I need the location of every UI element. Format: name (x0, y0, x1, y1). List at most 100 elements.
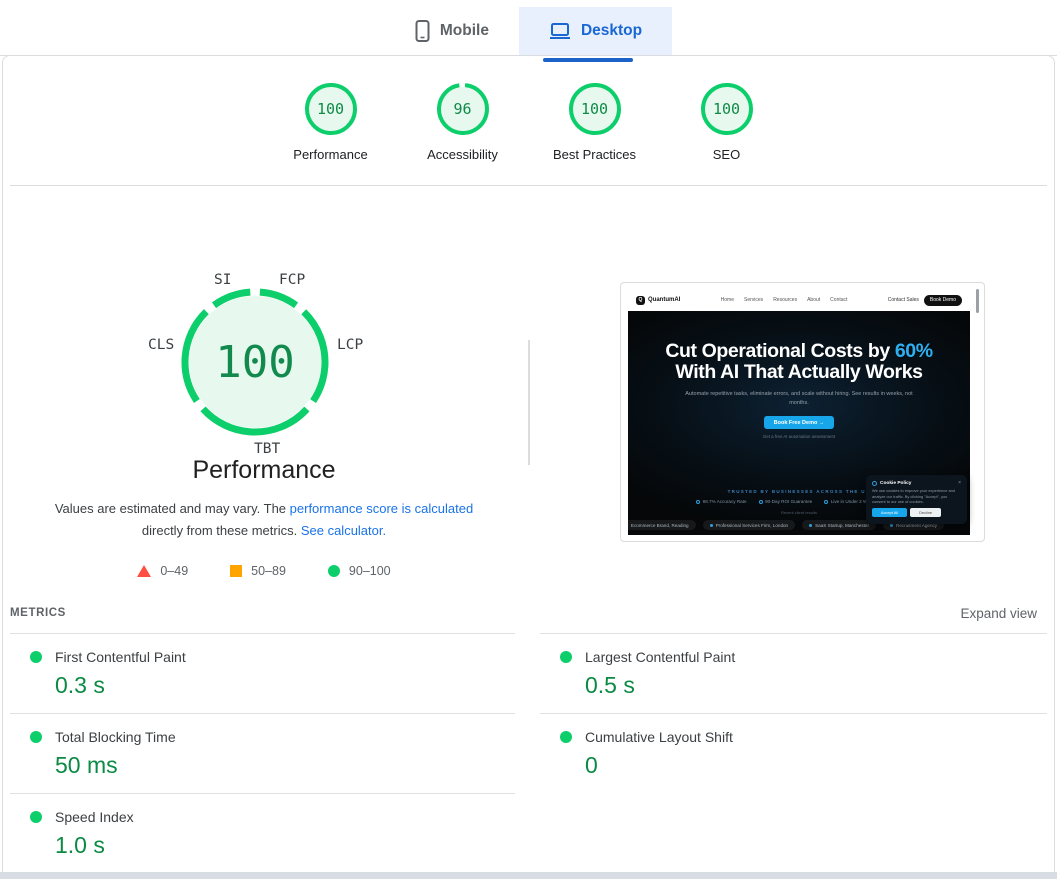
site-nav: Home Services Resources About Contact (680, 297, 887, 303)
metric-value: 0 (585, 752, 1047, 779)
legend-fail: 0–49 (137, 564, 188, 578)
metric-lcp: Largest Contentful Paint 0.5 s (540, 633, 1047, 713)
metric-value: 50 ms (55, 752, 515, 779)
site-logo: Q QuantumAI (636, 296, 680, 305)
score-label: Performance (293, 147, 367, 162)
metric-acronym-cls: CLS (148, 337, 174, 353)
final-screenshot-thumbnail[interactable]: Q QuantumAI Home Services Resources Abou… (620, 282, 985, 542)
score-legend: 0–49 50–89 90–100 (0, 564, 528, 578)
expand-view-link[interactable]: Expand view (960, 606, 1037, 621)
vertical-divider (528, 340, 530, 465)
metric-label: First Contentful Paint (55, 649, 186, 665)
metrics-section-header: METRICS (10, 607, 66, 619)
site-cta-note: Get a free AI automation assessment (763, 434, 835, 439)
pill-dot-icon (809, 524, 812, 527)
metric-si: Speed Index 1.0 s (10, 793, 515, 873)
tab-mobile[interactable]: Mobile (385, 7, 519, 55)
cookie-decline-button: Decline (910, 508, 941, 517)
cookie-icon (872, 481, 877, 486)
metric-tbt: Total Blocking Time 50 ms (10, 713, 515, 793)
metric-label: Largest Contentful Paint (585, 649, 735, 665)
description-text: Values are estimated and may vary. The (55, 501, 290, 516)
next-section-edge (0, 872, 1057, 879)
site-contact-sales: Contact Sales (888, 297, 919, 303)
score-performance[interactable]: 100 Performance (265, 82, 397, 162)
tab-mobile-label: Mobile (440, 22, 489, 40)
description-text: directly from these metrics. (142, 523, 301, 538)
score-label: Accessibility (427, 147, 498, 162)
site-trusted-caption: TRUSTED BY BUSINESSES ACROSS THE UK (728, 489, 871, 494)
score-accessibility[interactable]: 96 Accessibility (397, 82, 529, 162)
site-nav-item: About (807, 297, 820, 303)
close-icon: × (958, 480, 961, 486)
cookie-accept-button: Accept All (872, 508, 907, 517)
metric-label: Speed Index (55, 809, 134, 825)
screenshot-site-header: Q QuantumAI Home Services Resources Abou… (628, 289, 970, 311)
stat-icon (759, 500, 763, 504)
metric-acronym-fcp: FCP (279, 272, 305, 288)
site-logo-icon: Q (636, 296, 645, 305)
site-brand: QuantumAI (648, 297, 680, 303)
cookie-body: We use cookies to improve your experienc… (872, 488, 961, 505)
legend-pass: 90–100 (328, 564, 391, 578)
metric-label: Cumulative Layout Shift (585, 729, 733, 745)
screenshot-scrollbar (976, 289, 979, 313)
legend-range: 0–49 (160, 564, 188, 578)
tab-desktop-label: Desktop (581, 22, 642, 40)
laptop-icon (549, 22, 571, 40)
site-nav-item: Home (721, 297, 734, 303)
score-value: 96 (436, 82, 490, 136)
site-book-demo-button: Book Demo (924, 295, 962, 306)
site-cta-button: Book Free Demo → (764, 416, 835, 429)
metric-acronym-lcp: LCP (337, 337, 363, 353)
cookie-title: Cookie Policy (880, 481, 955, 486)
metric-fcp: First Contentful Paint 0.3 s (10, 633, 515, 713)
site-nav-item: Resources (773, 297, 797, 303)
score-label: Best Practices (553, 147, 636, 162)
red-triangle-icon (137, 565, 151, 577)
score-seo[interactable]: 100 SEO (661, 82, 793, 162)
stat-icon (824, 500, 828, 504)
green-dot-icon (560, 651, 572, 663)
client-pill: Ecommerce Brand, Reading (628, 520, 696, 530)
client-pill: Professional Services Firm, London (703, 520, 796, 530)
calc-link[interactable]: performance score is calculated (290, 501, 474, 516)
score-label: SEO (713, 147, 740, 162)
divider (10, 185, 1047, 186)
legend-range: 90–100 (349, 564, 391, 578)
metric-value: 0.5 s (585, 672, 1047, 699)
site-nav-item: Contact (830, 297, 847, 303)
metric-label: Total Blocking Time (55, 729, 176, 745)
score-value: 100 (568, 82, 622, 136)
metric-value: 0.3 s (55, 672, 515, 699)
metric-value: 1.0 s (55, 832, 515, 859)
stat-icon (696, 500, 700, 504)
client-pill: SaaS Startup, Manchester (802, 520, 876, 530)
pill-dot-icon (710, 524, 713, 527)
site-headline-line1: Cut Operational Costs by 60% (665, 341, 932, 362)
headline-text: Cut Operational Costs by (665, 340, 889, 362)
green-dot-icon (30, 811, 42, 823)
green-dot-icon (30, 651, 42, 663)
smartphone-icon (415, 20, 430, 42)
site-stat: 90-Day ROI Guarantee (759, 499, 813, 504)
score-description: Values are estimated and may vary. The p… (54, 498, 474, 542)
score-best-practices[interactable]: 100 Best Practices (529, 82, 661, 162)
legend-range: 50–89 (251, 564, 286, 578)
green-dot-icon (30, 731, 42, 743)
site-stat: 98.7% Accuracy Rate (696, 499, 746, 504)
headline-highlight: 60% (895, 340, 933, 362)
green-dot-icon (560, 731, 572, 743)
performance-gauge-value: 100 (177, 284, 333, 440)
tab-desktop[interactable]: Desktop (519, 7, 672, 55)
see-calculator-link[interactable]: See calculator. (301, 523, 386, 538)
category-title: Performance (0, 456, 528, 485)
green-circle-icon (328, 565, 340, 577)
score-value: 100 (304, 82, 358, 136)
cookie-banner: Cookie Policy × We use cookies to improv… (866, 475, 967, 524)
metric-acronym-si: SI (214, 272, 231, 288)
site-results-note: Recent client results (781, 510, 817, 515)
pagespeed-report: Mobile Desktop 100 Performance (0, 0, 1057, 879)
site-nav-item: Services (744, 297, 763, 303)
metric-cls: Cumulative Layout Shift 0 (540, 713, 1047, 793)
